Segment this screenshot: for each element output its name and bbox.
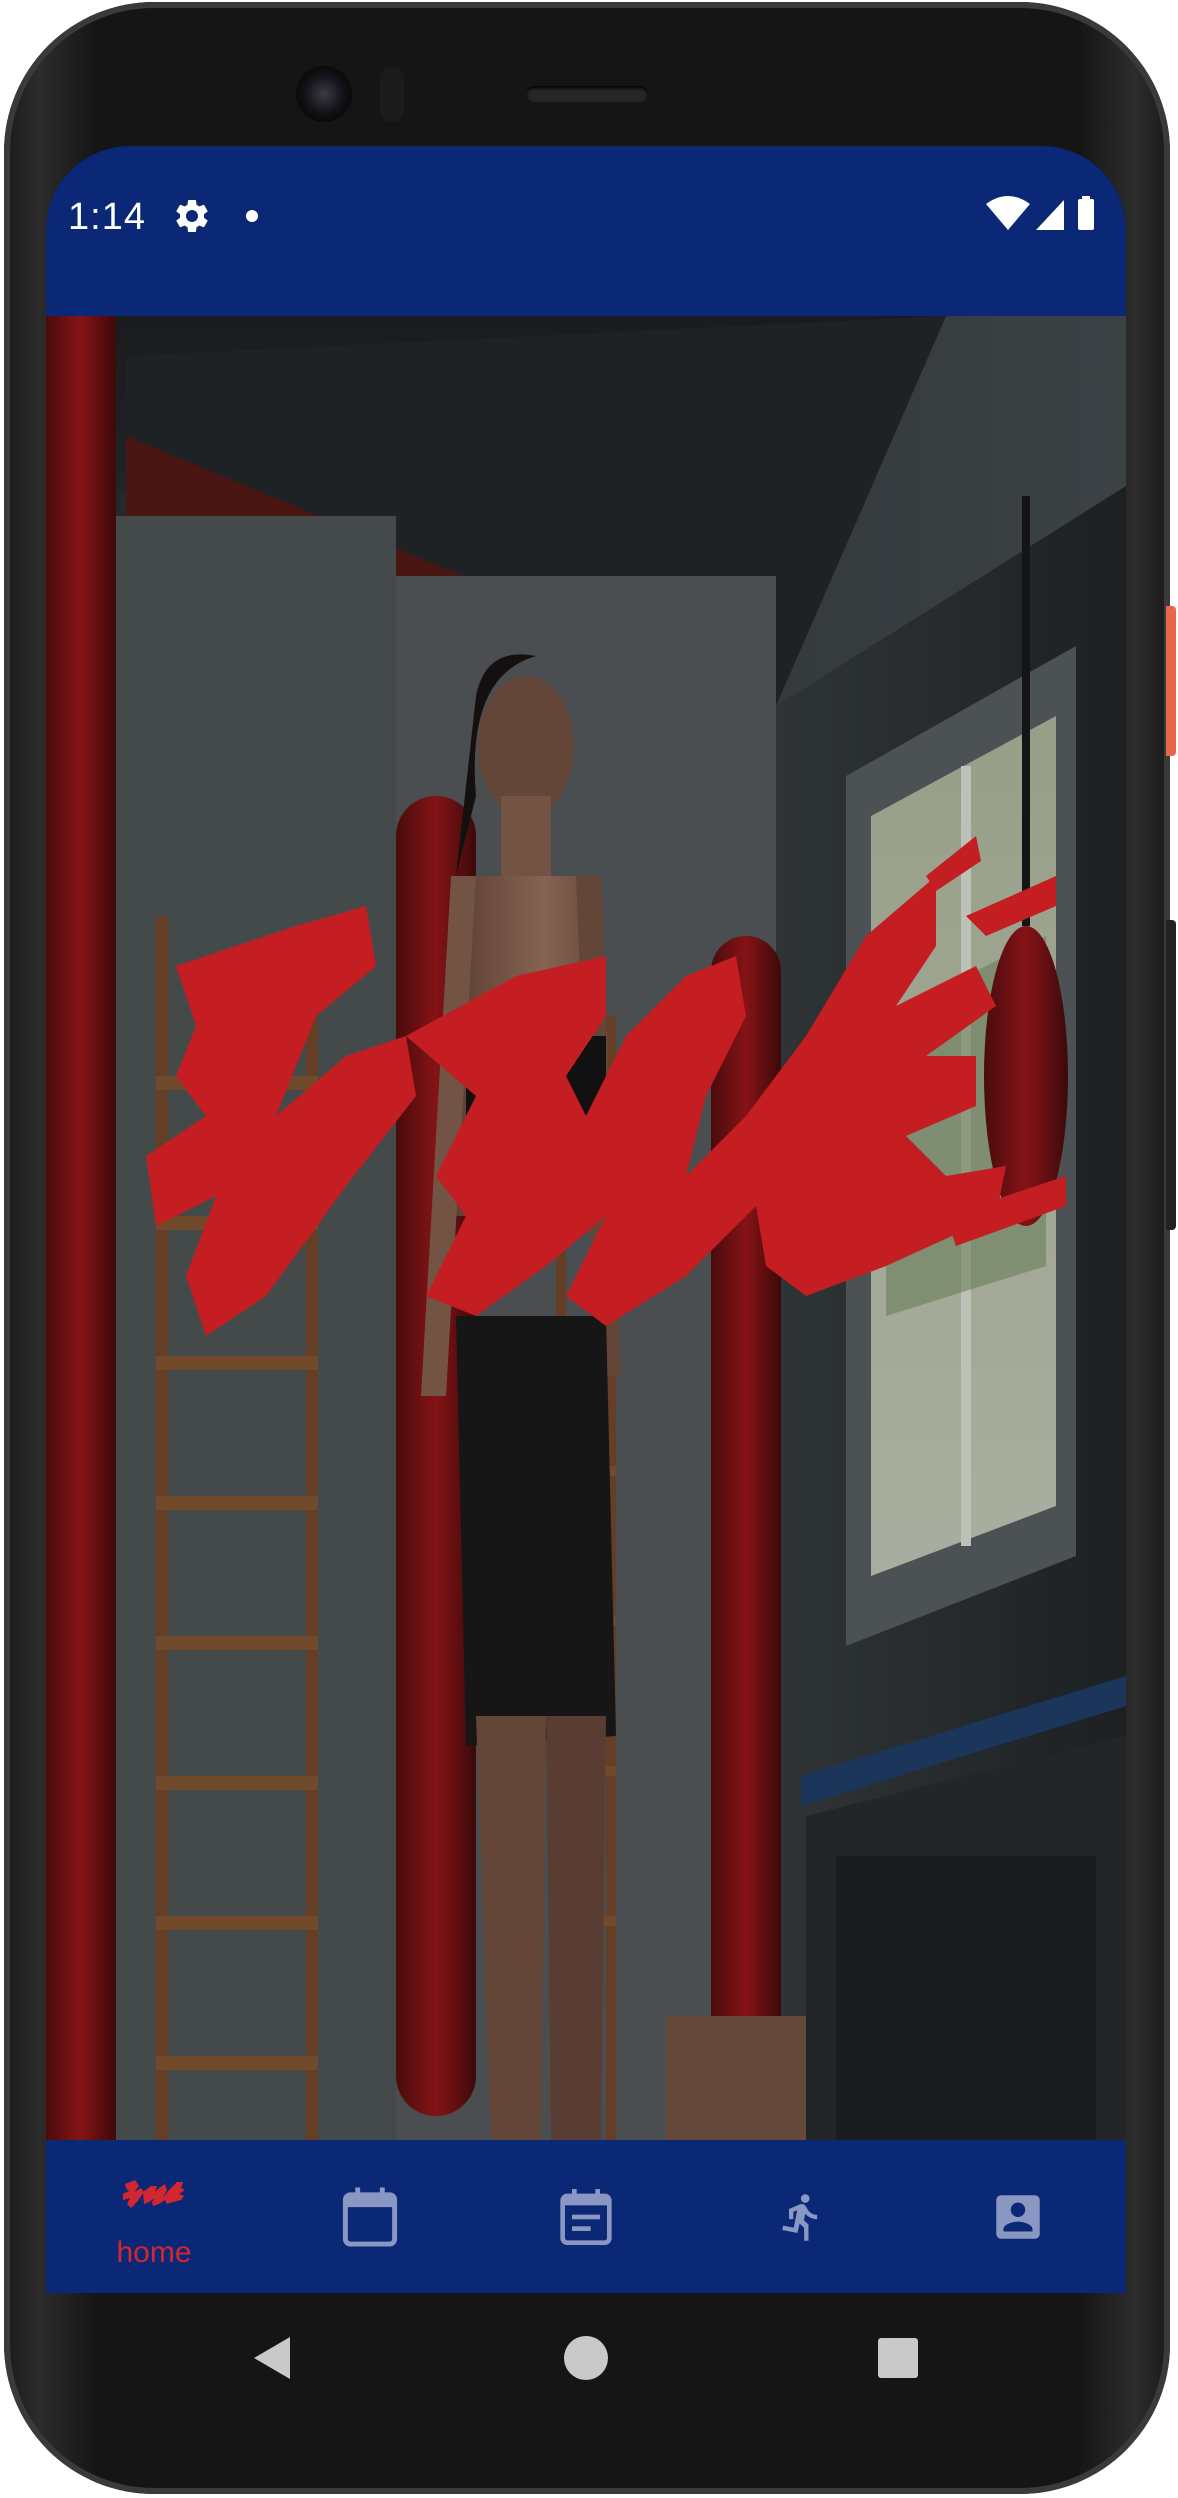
status-time: 1:14 (68, 196, 146, 238)
hero-background-image (46, 316, 1126, 2140)
recents-icon[interactable] (876, 2336, 920, 2380)
gym-scene (46, 316, 1126, 2140)
battery-icon (1078, 196, 1094, 230)
front-camera (296, 66, 352, 122)
earpiece-speaker (526, 86, 648, 102)
account-box-icon (996, 2194, 1040, 2239)
bme-logo-icon (123, 2180, 185, 2208)
wifi-icon (986, 196, 1030, 230)
gear-icon (176, 200, 208, 232)
home-icon[interactable] (563, 2335, 609, 2381)
running-icon (782, 2193, 818, 2241)
nav-item-training[interactable] (694, 2140, 910, 2293)
nav-item-events[interactable] (478, 2140, 694, 2293)
proximity-sensor (380, 66, 404, 122)
volume-rocker (1166, 920, 1176, 1230)
nav-item-home[interactable]: home (46, 2140, 262, 2293)
power-button (1166, 606, 1176, 756)
nav-item-profile[interactable] (910, 2140, 1126, 2293)
app-screen: 1:14 home (46, 146, 1126, 2293)
status-bar: 1:14 (46, 146, 1126, 316)
nav-label-home: home (116, 2236, 192, 2269)
calendar-icon (342, 2186, 398, 2247)
signal-icon (1036, 200, 1064, 230)
system-status-icons (986, 196, 1094, 230)
event-note-icon (560, 2188, 612, 2245)
back-icon[interactable] (252, 2335, 294, 2381)
nav-item-calendar[interactable] (262, 2140, 478, 2293)
bottom-navigation: home (46, 2140, 1126, 2293)
notification-dot (246, 210, 258, 222)
system-navigation-bar (46, 2293, 1126, 2423)
